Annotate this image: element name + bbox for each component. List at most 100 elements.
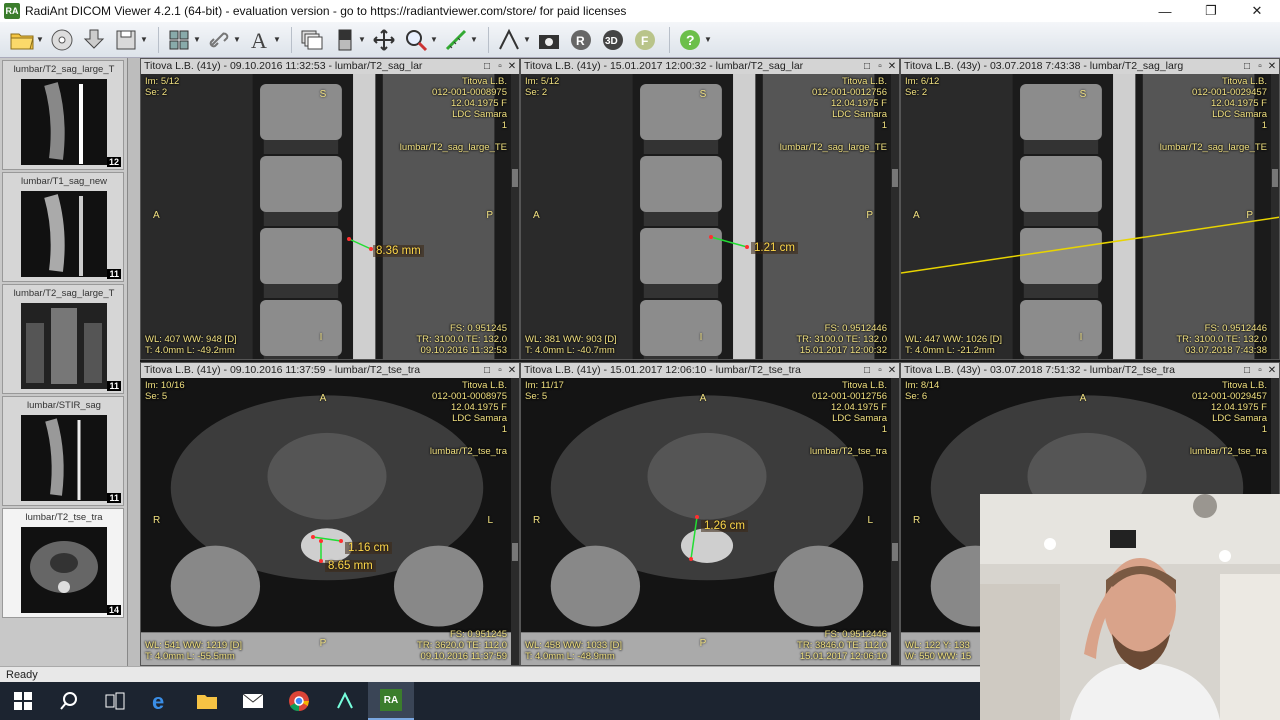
fusion-icon: F [631, 26, 659, 54]
series-thumbnail-selected[interactable]: lumbar/T2_tse_tra 14 [2, 508, 124, 618]
measurement-endpoint[interactable] [339, 539, 343, 543]
series-thumbnail-panel: lumbar/T2_sag_large_T 12 lumbar/T1_sag_n… [0, 58, 128, 666]
minimize-button[interactable]: — [1142, 0, 1188, 22]
radiant-taskbar-button[interactable]: RA [368, 682, 414, 720]
chevron-down-icon[interactable]: ▼ [470, 35, 478, 44]
zoom-button[interactable]: ▼ [402, 25, 438, 55]
image-viewport[interactable]: Titova L.B. (41y) - 15.01.2017 12:00:32 … [520, 58, 900, 360]
image-viewport[interactable]: Titova L.B. (41y) - 09.10.2016 11:32:53 … [140, 58, 520, 360]
download-button[interactable] [80, 25, 108, 55]
measurement-endpoint[interactable] [311, 535, 315, 539]
measurement-label[interactable]: 1.26 cm [701, 520, 748, 532]
mpr-icon: R [567, 26, 595, 54]
mail-icon[interactable] [230, 682, 276, 720]
series-thumbnail[interactable]: lumbar/T1_sag_new 11 [2, 172, 124, 282]
windows-start-icon[interactable] [0, 682, 46, 720]
chevron-down-icon[interactable]: ▼ [704, 35, 712, 44]
pan-button[interactable] [370, 25, 398, 55]
save-button[interactable]: ▼ [112, 25, 148, 55]
measure-button[interactable]: ▼ [442, 25, 478, 55]
text-button[interactable]: A ▼ [245, 25, 281, 55]
series-thumbnail[interactable]: lumbar/T2_sag_large_T 11 [2, 284, 124, 394]
main-toolbar: ▼ ▼ ▼ ▼ A ▼ ▼ ▼ ▼ ▼ R 3D F ? ▼ [0, 22, 1280, 58]
svg-text:F: F [641, 34, 648, 48]
link-icon [205, 26, 233, 54]
measurement-line[interactable] [312, 536, 342, 542]
chevron-down-icon[interactable]: ▼ [233, 35, 241, 44]
series-label: lumbar/T1_sag_new [20, 176, 108, 187]
measure-icon [442, 26, 470, 54]
toolbar-divider [488, 26, 489, 53]
zoom-icon [402, 26, 430, 54]
measurement-endpoint[interactable] [709, 235, 713, 239]
image-viewport[interactable]: Titova L.B. (41y) - 15.01.2017 12:06:10 … [520, 362, 900, 666]
image-viewport[interactable]: Titova L.B. (43y) - 03.07.2018 7:43:38 -… [900, 58, 1280, 360]
layout-button[interactable]: ▼ [165, 25, 201, 55]
cd-button[interactable] [48, 25, 76, 55]
series-preview [21, 191, 107, 277]
series-thumbnail[interactable]: lumbar/T2_sag_large_T 12 [2, 60, 124, 170]
volume-3d-button[interactable]: 3D [599, 25, 627, 55]
image-viewport[interactable]: Titova L.B. (41y) - 09.10.2016 11:37:59 … [140, 362, 520, 666]
measurement-endpoint[interactable] [347, 237, 351, 241]
window-level-button[interactable]: ▼ [330, 25, 366, 55]
measurement-endpoint[interactable] [745, 245, 749, 249]
measurement-line[interactable] [348, 238, 372, 250]
fusion-button[interactable]: F [631, 25, 659, 55]
help-button[interactable]: ? ▼ [676, 25, 712, 55]
measurement-lines [709, 235, 749, 249]
angle-button[interactable]: ▼ [495, 25, 531, 55]
close-button[interactable]: ✕ [1234, 0, 1280, 22]
series-label: lumbar/T2_sag_large_T [13, 64, 115, 75]
search-icon[interactable] [46, 682, 92, 720]
series-preview [21, 303, 107, 389]
angle-icon [495, 26, 523, 54]
chevron-down-icon[interactable]: ▼ [273, 35, 281, 44]
help-icon: ? [676, 26, 704, 54]
text-annotation-icon: A [245, 26, 273, 54]
mpr-button[interactable]: R [567, 25, 595, 55]
svg-text:?: ? [686, 32, 695, 48]
chevron-down-icon[interactable]: ▼ [430, 35, 438, 44]
measurement-endpoint[interactable] [695, 515, 699, 519]
link-button[interactable]: ▼ [205, 25, 241, 55]
measurement-endpoint[interactable] [689, 557, 693, 561]
webcam-video-overlay [980, 494, 1280, 720]
task-view-icon[interactable] [92, 682, 138, 720]
image-count: 11 [107, 493, 121, 503]
measurement-label[interactable]: 1.21 cm [751, 242, 798, 254]
title-bar: RA RadiAnt DICOM Viewer 4.2.1 (64-bit) -… [0, 0, 1280, 22]
image-count: 11 [107, 269, 121, 279]
svg-text:3D: 3D [605, 36, 618, 47]
measurement-label[interactable]: 8.65 mm [325, 560, 376, 572]
file-explorer-icon[interactable] [184, 682, 230, 720]
series-label: lumbar/T2_tse_tra [25, 512, 103, 523]
svg-text:e: e [152, 690, 164, 712]
chevron-down-icon[interactable]: ▼ [523, 35, 531, 44]
measurement-line[interactable] [710, 236, 748, 248]
snapshot-button[interactable] [535, 25, 563, 55]
sidebar-scrollbar[interactable] [128, 58, 140, 666]
edge-browser-icon[interactable]: e [138, 682, 184, 720]
chevron-down-icon[interactable]: ▼ [193, 35, 201, 44]
measurement-endpoint[interactable] [319, 559, 323, 563]
series-label: lumbar/STIR_sag [27, 400, 101, 411]
chevron-down-icon[interactable]: ▼ [140, 35, 148, 44]
toolbar-divider [291, 26, 292, 53]
series-thumbnail[interactable]: lumbar/STIR_sag 11 [2, 396, 124, 506]
app-icon[interactable] [322, 682, 368, 720]
chrome-icon[interactable] [276, 682, 322, 720]
measurement-label[interactable]: 1.16 cm [345, 542, 392, 554]
svg-text:R: R [576, 34, 585, 48]
reference-line [901, 216, 1279, 274]
series-stack-button[interactable] [298, 25, 326, 55]
camera-icon [535, 26, 563, 54]
measurement-label[interactable]: 8.36 mm [373, 245, 424, 257]
measurement-endpoint[interactable] [319, 539, 323, 543]
measurement-line[interactable] [690, 516, 698, 560]
radiant-app-icon: RA [4, 3, 20, 19]
restore-button[interactable]: ❐ [1188, 0, 1234, 22]
chevron-down-icon[interactable]: ▼ [36, 35, 44, 44]
chevron-down-icon[interactable]: ▼ [358, 35, 366, 44]
open-button[interactable]: ▼ [8, 25, 44, 55]
